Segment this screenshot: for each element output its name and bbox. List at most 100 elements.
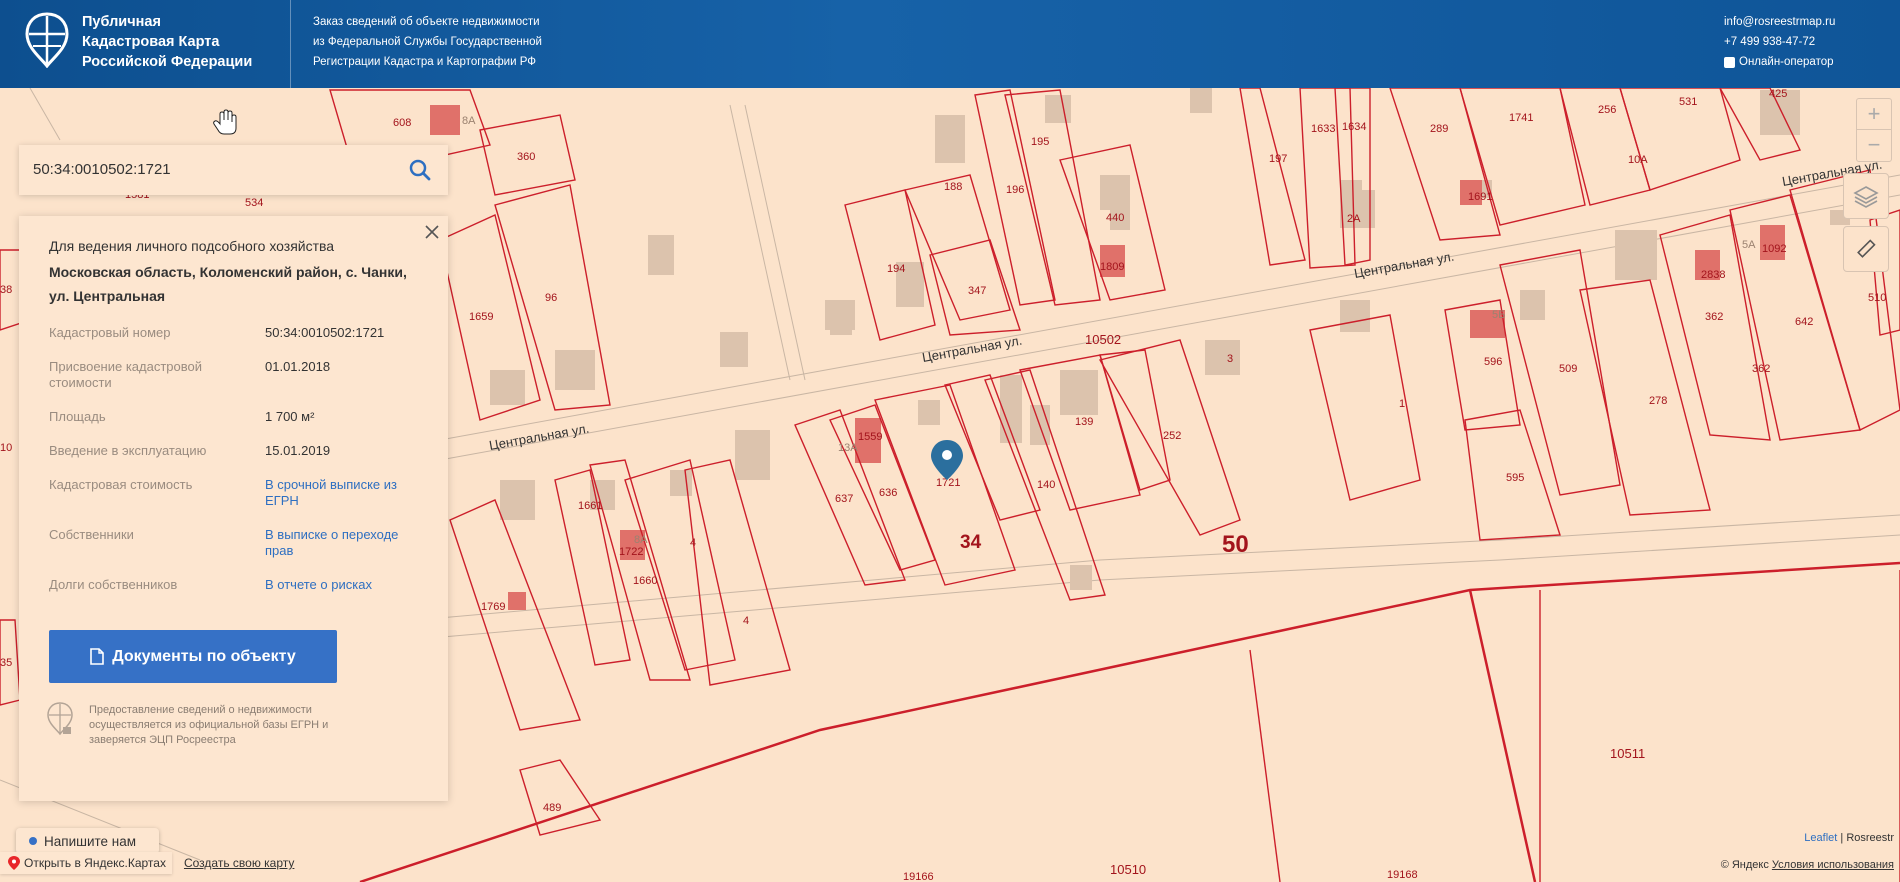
parcel-label-8a[interactable]: 8А	[462, 115, 476, 127]
parcel-label-256[interactable]: 256	[1598, 104, 1616, 116]
parcel-label-1809[interactable]: 1809	[1100, 261, 1124, 273]
parcel-label-19168[interactable]: 19168	[1387, 869, 1418, 881]
parcel-label-289[interactable]: 289	[1430, 123, 1448, 135]
parcel-label-642[interactable]: 642	[1795, 316, 1813, 328]
parcel-label-1691[interactable]: 1691	[1468, 191, 1492, 203]
quarter-label-10510[interactable]: 10510	[1110, 862, 1146, 877]
parcel-label-196[interactable]: 196	[1006, 184, 1024, 196]
quarter-label-10502[interactable]: 10502	[1085, 332, 1121, 347]
parcel-label-5b[interactable]: 5Б	[1492, 309, 1505, 321]
parcel-label-252[interactable]: 252	[1163, 430, 1181, 442]
parcel-label-2a[interactable]: 2А	[1347, 213, 1361, 225]
zoom-control: + −	[1856, 98, 1892, 162]
parcel-label-38[interactable]: 38	[0, 284, 12, 296]
online-operator-link[interactable]: Онлайн-оператор	[1724, 52, 1835, 72]
parcel-label-608[interactable]: 608	[393, 117, 411, 129]
create-map-link[interactable]: Создать свою карту	[184, 856, 294, 870]
yandex-attribution: © Яндекс Условия использования	[1721, 859, 1894, 871]
parcel-label-440[interactable]: 440	[1106, 212, 1124, 224]
terms-link[interactable]: Условия использования	[1772, 859, 1894, 871]
quarter-label-10511[interactable]: 10511	[1610, 746, 1645, 761]
parcel-label-595[interactable]: 595	[1506, 472, 1524, 484]
parcel-label-360[interactable]: 360	[517, 151, 535, 163]
chat-widget[interactable]: Напишите нам	[16, 828, 159, 854]
parcel-label-8a-2[interactable]: 8А	[634, 534, 648, 546]
quarter-label-34[interactable]: 34	[960, 532, 982, 553]
map-attribution: Leaflet | Rosreestr	[1804, 832, 1894, 844]
zoom-in-button[interactable]: +	[1857, 99, 1891, 129]
parcel-label-4a[interactable]: 4	[690, 537, 696, 549]
parcel-label-1661[interactable]: 1661	[578, 500, 602, 512]
parcel-label-636[interactable]: 636	[879, 487, 897, 499]
parcel-label-596[interactable]: 596	[1484, 356, 1502, 368]
brand-title[interactable]: Публичная Кадастровая Карта Российской Ф…	[82, 12, 252, 72]
parcel-label-278[interactable]: 278	[1649, 395, 1667, 407]
parcel-label-188[interactable]: 188	[944, 181, 962, 193]
quarter-label-50[interactable]: 50	[1222, 531, 1249, 558]
quarter-boundary	[359, 561, 1900, 882]
street-label[interactable]: Центральная ул.	[488, 421, 590, 453]
search-input[interactable]: 50:34:0010502:1721	[33, 161, 171, 178]
parcel-label-195[interactable]: 195	[1031, 136, 1049, 148]
parcel-label-1769[interactable]: 1769	[481, 601, 505, 613]
parcel-label-1659[interactable]: 1659	[469, 311, 493, 323]
email-link[interactable]: info@rosreestrmap.ru	[1724, 12, 1835, 32]
chat-label: Напишите нам	[44, 833, 137, 849]
parcel-label-10a[interactable]: 10А	[1628, 154, 1648, 166]
parcel-label-197[interactable]: 197	[1269, 153, 1287, 165]
parcel-label-194[interactable]: 194	[887, 263, 905, 275]
parcel-label-139[interactable]: 139	[1075, 416, 1093, 428]
parcel-label-2838[interactable]: 2838	[1701, 269, 1725, 281]
info-label: Долги собственников	[49, 577, 178, 592]
street-label[interactable]: Центральная ул.	[921, 333, 1023, 365]
documents-button[interactable]: Документы по объекту	[49, 630, 337, 683]
parcel-label-534[interactable]: 534	[245, 197, 263, 209]
ruler-button[interactable]	[1843, 226, 1889, 272]
parcel-label-1092[interactable]: 1092	[1762, 243, 1786, 255]
close-icon[interactable]	[424, 224, 440, 240]
info-label: Введение в эксплуатацию	[49, 443, 207, 458]
parcel-label-347[interactable]: 347	[968, 285, 986, 297]
parcel-label-35[interactable]: 35	[0, 657, 12, 669]
logo-icon[interactable]	[25, 12, 69, 68]
parcel-label-1559[interactable]: 1559	[858, 431, 882, 443]
layers-button[interactable]	[1843, 173, 1889, 219]
parcel-label-140[interactable]: 140	[1037, 479, 1055, 491]
parcel-label-96[interactable]: 96	[545, 292, 557, 304]
zoom-out-button[interactable]: −	[1857, 130, 1891, 160]
location-marker-icon[interactable]	[931, 440, 963, 480]
parcel-label-3[interactable]: 3	[1227, 353, 1233, 365]
parcel-label-10[interactable]: 10	[0, 442, 12, 454]
parcel-label-510[interactable]: 510	[1868, 292, 1886, 304]
parcel-label-425[interactable]: 425	[1769, 88, 1787, 100]
parcel-label-509[interactable]: 509	[1559, 363, 1577, 375]
search-icon[interactable]	[409, 159, 431, 181]
parcel-label-362b[interactable]: 362	[1752, 363, 1770, 375]
owner-debts-link[interactable]: В отчете о рисках	[265, 577, 415, 593]
cadastral-value-link[interactable]: В срочной выписке из ЕГРН	[265, 477, 415, 509]
documents-button-label: Документы по объекту	[112, 647, 296, 665]
parcel-label-637[interactable]: 637	[835, 493, 853, 505]
parcel-label-531[interactable]: 531	[1679, 96, 1697, 108]
brand-line: Публичная	[82, 14, 161, 30]
chat-icon	[1724, 56, 1735, 68]
open-yandex-link[interactable]: Открыть в Яндекс.Картах	[0, 852, 172, 874]
street-label[interactable]: Центральная ул.	[1353, 249, 1455, 281]
parcel-label-489[interactable]: 489	[543, 802, 561, 814]
parcel-label-4b[interactable]: 4	[743, 615, 749, 627]
leaflet-link[interactable]: Leaflet	[1804, 832, 1837, 844]
parcel-label-362a[interactable]: 362	[1705, 311, 1723, 323]
parcel-label-1660[interactable]: 1660	[633, 575, 657, 587]
parcel-label-19166[interactable]: 19166	[903, 871, 934, 882]
parcel-label-1741[interactable]: 1741	[1509, 112, 1533, 124]
object-info-panel: Для ведения личного подсобного хозяйства…	[19, 216, 448, 801]
parcel-label-1634[interactable]: 1634	[1342, 121, 1366, 133]
parcel-label-1722[interactable]: 1722	[619, 546, 643, 558]
phone-link[interactable]: +7 499 938-47-72	[1724, 32, 1835, 52]
parcel-label-13a[interactable]: 13А	[838, 442, 858, 454]
parcel-label-5a[interactable]: 5А	[1742, 239, 1756, 251]
parcel-label-1[interactable]: 1	[1399, 398, 1405, 410]
search-box[interactable]: 50:34:0010502:1721	[19, 145, 448, 195]
owners-link[interactable]: В выписке о переходе прав	[265, 527, 415, 559]
parcel-label-1633[interactable]: 1633	[1311, 123, 1335, 135]
